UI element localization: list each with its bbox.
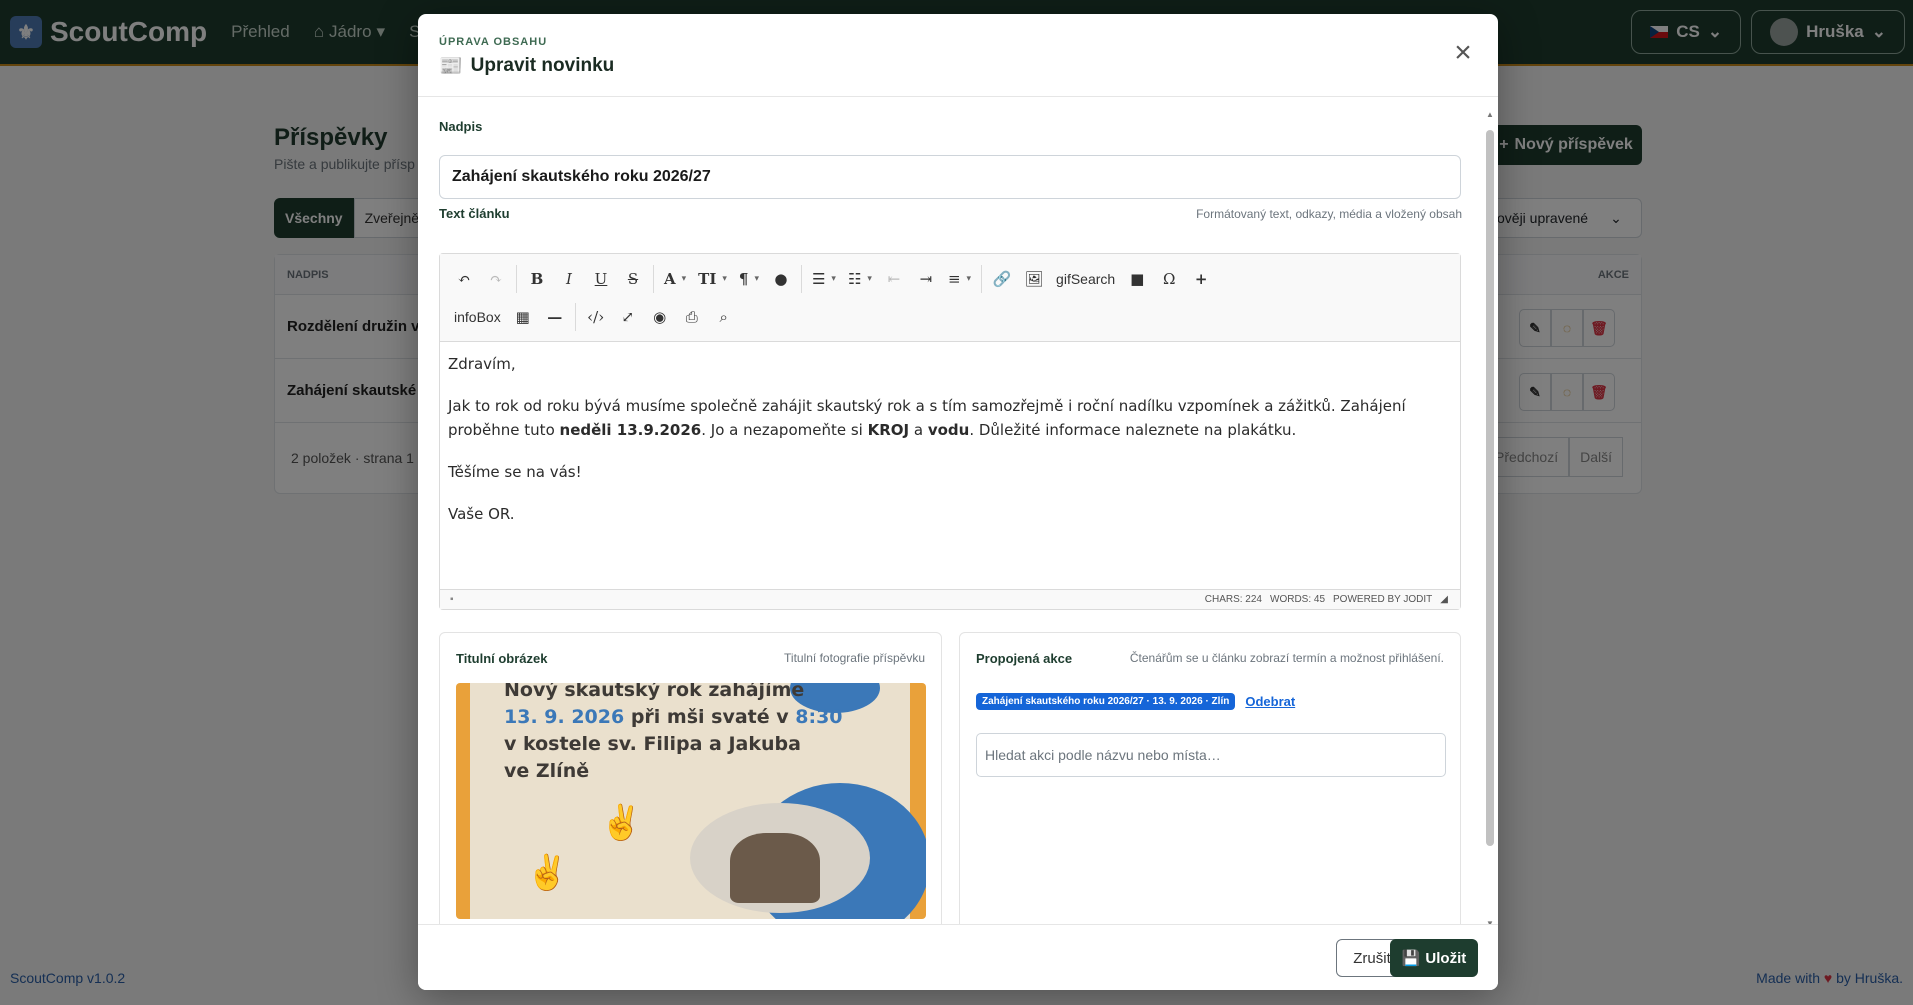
preview-eye-icon[interactable]: ◉ — [644, 301, 676, 333]
link-icon[interactable]: 🔗 — [986, 263, 1018, 295]
modal-title: 📰 Upravit novinku — [439, 54, 1477, 78]
linked-event-badge: Zahájení skautského roku 2026/27 · 13. 9… — [976, 693, 1236, 710]
cover-hint: Titulní fotografie příspěvku — [784, 651, 925, 665]
floppy-disk-icon: 💾 — [1401, 950, 1421, 967]
infobox-button[interactable]: infoBox — [448, 301, 507, 333]
paragraph-icon[interactable]: ¶ ▾ — [733, 263, 765, 295]
undo-icon[interactable]: ↶ — [448, 263, 480, 295]
linked-event-card: Propojená akce Čtenářům se u článku zobr… — [959, 632, 1461, 942]
text-label: Text článku — [439, 206, 510, 221]
image-icon[interactable]: 🖼 — [1018, 263, 1050, 295]
editor-content[interactable]: Zdravím, Jak to rok od roku bývá musíme … — [440, 342, 1460, 590]
gif-search-button[interactable]: gifSearch — [1050, 263, 1121, 295]
remove-event-link[interactable]: Odebrat — [1245, 694, 1295, 709]
content-paragraph: Vaše OR. — [448, 505, 515, 523]
plus-icon[interactable]: + — [1185, 263, 1217, 295]
strikethrough-icon[interactable]: S — [617, 263, 649, 295]
outdent-icon[interactable]: ⇤ — [878, 263, 910, 295]
newspaper-icon: 📰 — [439, 56, 463, 77]
bullet-list-icon[interactable]: ☰ ▾ — [806, 263, 842, 295]
edit-news-modal: ÚPRAVA OBSAHU 📰 Upravit novinku × Nadpis… — [418, 14, 1498, 990]
text-hint: Formátovaný text, odkazy, média a vložen… — [1196, 207, 1462, 221]
modal-footer: Zrušit 💾 Uložit — [418, 924, 1498, 990]
scroll-up-arrow-icon[interactable]: ▲ — [1486, 110, 1494, 119]
content-paragraph: Těšíme se na vás! — [448, 463, 582, 481]
horizontal-rule-icon[interactable]: — — [539, 301, 571, 333]
modal-title-text: Upravit novinku — [470, 55, 615, 76]
modal-eyebrow: ÚPRAVA OBSAHU — [439, 36, 548, 48]
save-button[interactable]: 💾 Uložit — [1390, 939, 1478, 977]
poster-text: Nový skautský rok zahájíme 13. 9. 2026 p… — [504, 683, 843, 785]
content-paragraph: Jak to rok od roku bývá musíme společně … — [448, 394, 1452, 442]
heading-input[interactable] — [439, 155, 1461, 199]
poster-photo — [690, 803, 870, 913]
heading-label: Nadpis — [439, 119, 483, 134]
cover-image-poster[interactable]: Nový skautský rok zahájíme 13. 9. 2026 p… — [456, 683, 926, 919]
poster-line: 13. 9. 2026 při mši svaté v 8:30 — [504, 704, 843, 731]
bold-icon[interactable]: B — [521, 263, 553, 295]
content-text: . Důležité informace naleznete na plakát… — [969, 421, 1297, 439]
print-icon[interactable]: ⎙ — [676, 301, 708, 333]
cover-title: Titulní obrázek — [456, 651, 548, 666]
cover-image-card: Titulní obrázek Titulní fotografie přísp… — [439, 632, 942, 947]
content-bold: KROJ — [867, 421, 910, 439]
event-hint: Čtenářům se u článku zobrazí termín a mo… — [1129, 651, 1444, 665]
align-icon[interactable]: ≡ ▾ — [942, 263, 977, 295]
font-size-icon[interactable]: TI ▾ — [692, 263, 733, 295]
scout-hand-sign-icon: ✌ — [600, 804, 643, 842]
char-count: CHARS: 224 — [1204, 594, 1262, 605]
close-button[interactable]: × — [1450, 38, 1476, 68]
italic-icon[interactable]: I — [553, 263, 585, 295]
editor-statusbar: ▪ CHARS: 224 WORDS: 45 POWERED BY JODIT … — [440, 589, 1460, 609]
rich-text-editor: ↶ ↷ B I U S A ▾ TI ▾ ¶ ▾ ● ☰ ▾ ☷ ▾ ⇤ ⇥ ≡ ▾ 🔗 — [439, 253, 1461, 610]
word-count: WORDS: 45 — [1270, 594, 1326, 605]
content-paragraph: Zdravím, — [448, 355, 516, 373]
poster-date: 13. 9. 2026 — [504, 706, 625, 728]
table-icon[interactable]: ▦ — [507, 301, 539, 333]
video-icon[interactable]: ■ — [1121, 263, 1153, 295]
scout-hand-sign-icon: ✌ — [526, 854, 569, 892]
poster-line: ve Zlíně — [504, 760, 590, 782]
numbered-list-icon[interactable]: ☷ ▾ — [842, 263, 878, 295]
poster-line: v kostele sv. Filipa a Jakuba — [504, 733, 801, 755]
redo-icon[interactable]: ↷ — [480, 263, 512, 295]
content-bold: vodu — [927, 421, 970, 439]
editor-toolbar: ↶ ↷ B I U S A ▾ TI ▾ ¶ ▾ ● ☰ ▾ ☷ ▾ ⇤ ⇥ ≡ ▾ 🔗 — [440, 254, 1460, 342]
find-icon[interactable]: ⌕ — [708, 301, 740, 333]
source-code-icon[interactable]: ‹/› — [580, 301, 612, 333]
scroll-thumb[interactable] — [1486, 130, 1494, 846]
modal-scrollbar[interactable]: ▲ ▼ — [1486, 110, 1494, 928]
event-search-input[interactable] — [976, 733, 1446, 777]
resize-handle-icon[interactable]: ◢ — [1440, 594, 1448, 605]
powered-by[interactable]: POWERED BY JODIT — [1333, 594, 1432, 605]
modal-header: ÚPRAVA OBSAHU 📰 Upravit novinku × — [418, 14, 1498, 97]
indent-icon[interactable]: ⇥ — [910, 263, 942, 295]
omega-special-char-icon[interactable]: Ω — [1153, 263, 1185, 295]
event-title: Propojená akce — [976, 651, 1073, 666]
poster-time: 8:30 — [795, 706, 843, 728]
color-drop-icon[interactable]: ● — [765, 263, 797, 295]
poster-text-part: při mši svaté v — [624, 706, 796, 728]
content-text: a — [909, 421, 928, 439]
content-text: . Jo a nezapomeňte si — [701, 421, 868, 439]
fullscreen-icon[interactable]: ⤢ — [612, 301, 644, 333]
status-indicator-icon: ▪ — [450, 594, 454, 605]
font-icon[interactable]: A ▾ — [658, 263, 692, 295]
underline-icon[interactable]: U — [585, 263, 617, 295]
content-bold: neděli 13.9.2026 — [559, 421, 702, 439]
save-label: Uložit — [1425, 949, 1467, 967]
poster-line: Nový skautský rok zahájíme — [504, 683, 805, 701]
